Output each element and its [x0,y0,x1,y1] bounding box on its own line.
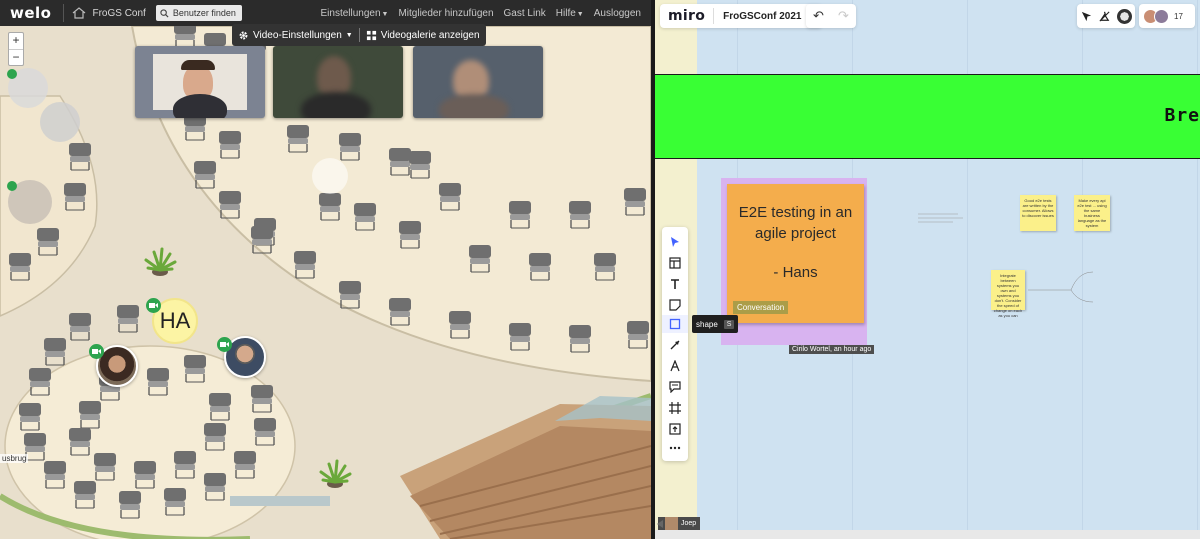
templates-tool[interactable] [662,254,688,272]
camera-on-icon [146,298,161,313]
video-tile-3[interactable] [413,46,543,118]
comment-tool[interactable] [662,378,688,396]
connection-tool[interactable] [662,336,688,354]
camera-on-icon [89,344,104,359]
video-settings-label: Video-Einstellungen [253,29,342,41]
room-label: usbrug [0,454,29,463]
miro-brand-bar: miro FroGSConf 2021 ★ [660,4,823,28]
video-tile-2[interactable] [273,46,403,118]
video-gallery-button[interactable]: Videogalerie anzeigen [360,24,486,46]
zoom-control: + − [8,32,24,66]
user-chip-name: Joep [681,520,697,527]
board-name[interactable]: FroGSConf 2021 [714,11,807,22]
frame-icon [669,402,681,414]
video-tile-1[interactable] [135,46,265,118]
tooltip-shortcut: S [723,319,735,329]
collaborator-cursor-label: Cirilo Wortel, an hour ago [789,345,875,354]
undo-redo-bar: ↶ ↷ [806,4,856,28]
gear-icon [239,31,248,39]
caret-down-icon: ▼ [381,10,389,18]
caret-down-icon: ▼ [576,10,584,18]
video-toolbar: Video-Einstellungen ▼ Videogalerie anzei… [232,24,486,46]
redo-icon[interactable]: ↷ [838,8,849,24]
green-banner[interactable]: Bre [655,74,1200,159]
text-tool[interactable] [662,275,688,293]
conference-name[interactable]: FroGS Conf [92,8,145,19]
nav-logout[interactable]: Ausloggen [594,8,641,19]
online-users[interactable]: 17 [1139,4,1195,28]
find-user-button[interactable]: Benutzer finden [155,5,242,21]
nav-links: Einstellungen▼ Mitglieder hinzufügen Gas… [320,8,641,19]
user-avatar [1154,8,1169,24]
nav-help[interactable]: Hilfe▼ [556,8,584,19]
welo-navbar: welo FroGS Conf Benutzer finden Einstell… [0,0,651,26]
sticky-title: E2E testing in an agile project [738,204,853,242]
upload-tool[interactable] [662,420,688,438]
mindmap-lines [918,213,1094,303]
zoom-out-button[interactable]: − [9,49,23,65]
find-user-label: Benutzer finden [172,8,236,18]
sticky-note-tool[interactable] [662,296,688,314]
zoom-in-button[interactable]: + [9,33,23,49]
more-tools[interactable] [662,439,688,457]
frame-tool[interactable] [662,399,688,417]
sticky-note-icon [669,299,681,311]
pen-icon [670,360,680,372]
tool-palette [662,227,688,461]
miro-logo[interactable]: miro [660,8,713,24]
user-avatar [665,517,678,530]
grid-icon [366,30,376,40]
video-settings-button[interactable]: Video-Einstellungen ▼ [232,24,359,46]
video-gallery-label: Videogalerie anzeigen [380,29,480,41]
miro-app: Bre E2E testing in an agile project - Ha… [655,0,1200,539]
camera-on-icon [217,337,232,352]
nav-guest-link[interactable]: Gast Link [504,8,546,19]
select-tool[interactable] [662,233,688,251]
nav-settings-label: Einstellungen [320,7,381,19]
arrow-left-icon [657,519,663,528]
caret-down-icon: ▼ [345,31,353,39]
shape-tool[interactable] [662,315,688,333]
cursor-arrow-icon [671,237,679,247]
pen-tool[interactable] [662,357,688,375]
comment-icon [669,381,681,393]
tooltip-label: shape [696,319,718,329]
undo-icon[interactable]: ↶ [813,8,824,24]
template-icon [669,257,681,269]
text-icon [671,279,679,289]
upload-icon [669,423,681,435]
arrow-line-icon [670,340,680,350]
user-avatar[interactable] [1117,8,1133,24]
sticky-author: - Hans [773,264,818,281]
welo-app: welo FroGS Conf Benutzer finden Einstell… [0,0,651,539]
bottom-bar [655,530,1200,539]
collaboration-tools [1077,4,1135,28]
more-icon [669,446,681,450]
reaction-icon[interactable] [1098,10,1111,23]
sticky-tag[interactable]: Conversation [733,301,789,314]
home-icon[interactable] [72,7,86,19]
welo-logo[interactable]: welo [10,4,51,22]
nav-settings[interactable]: Einstellungen▼ [320,8,388,19]
user-chip[interactable]: Joep [657,517,701,530]
nav-add-members[interactable]: Mitglieder hinzufügen [398,8,493,19]
banner-text: Bre [1164,105,1200,126]
cursor-arrow-icon[interactable] [1080,10,1093,23]
search-icon [160,8,169,18]
nav-divider [63,4,65,22]
tool-tooltip: shape S [692,315,739,333]
nav-help-label: Hilfe [555,7,576,19]
user-count: 17 [1174,11,1183,21]
screen: welo FroGS Conf Benutzer finden Einstell… [0,0,1200,539]
square-icon [669,318,681,330]
